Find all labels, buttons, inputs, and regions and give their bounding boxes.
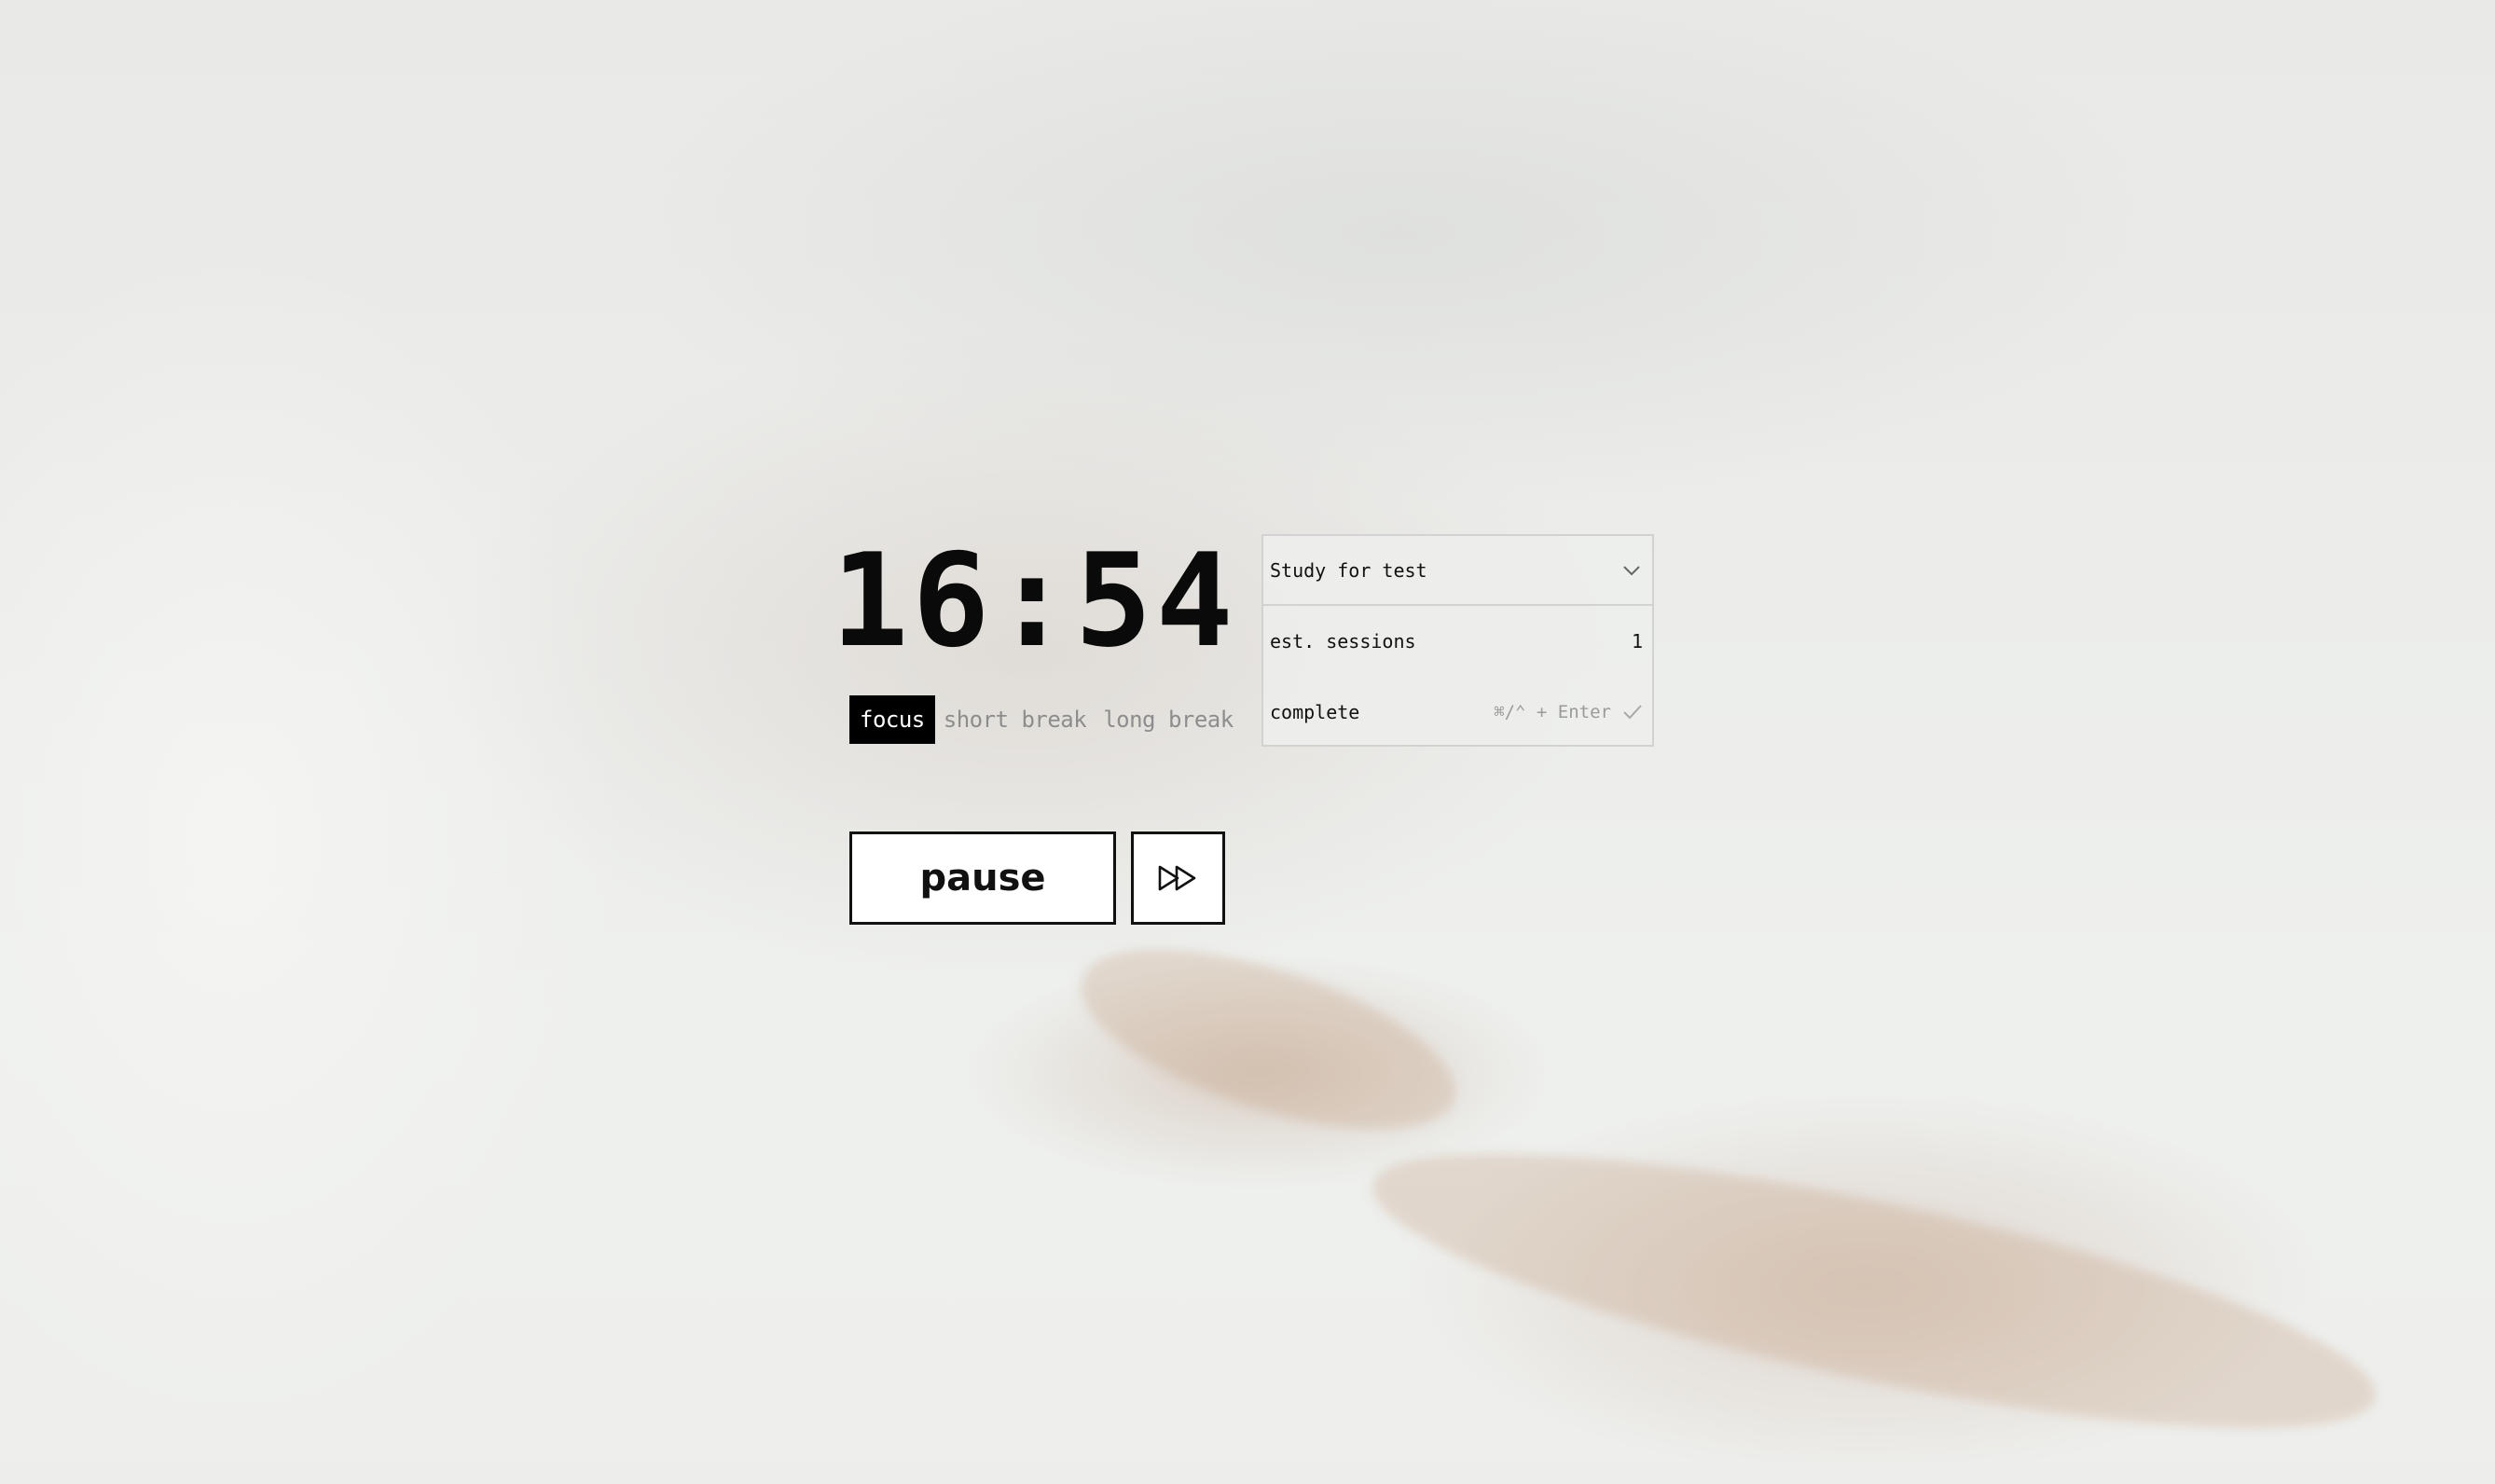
- complete-row: complete ⌘/⌃ + Enter: [1263, 677, 1652, 748]
- complete-label: complete: [1270, 701, 1360, 723]
- complete-shortcut-group: ⌘/⌃ + Enter: [1494, 702, 1643, 722]
- mode-switcher: focus short break long break: [849, 695, 1242, 744]
- sessions-label: est. sessions: [1270, 630, 1416, 653]
- complete-button[interactable]: [1622, 704, 1643, 721]
- sessions-value[interactable]: 1: [1632, 630, 1643, 653]
- sessions-row: est. sessions 1: [1263, 606, 1652, 677]
- mode-long-break[interactable]: long break: [1095, 695, 1242, 744]
- timer-display: 16:54: [831, 525, 1237, 676]
- task-panel: Study for test est. sessions 1 complete …: [1261, 534, 1654, 747]
- fast-forward-icon: [1158, 865, 1195, 891]
- mode-short-break[interactable]: short break: [935, 695, 1095, 744]
- skip-button[interactable]: [1131, 831, 1225, 925]
- checkmark-icon: [1623, 705, 1642, 720]
- background-image: [0, 0, 2495, 1463]
- complete-shortcut-hint: ⌘/⌃ + Enter: [1494, 702, 1611, 722]
- task-selected-label: Study for test: [1270, 558, 1427, 582]
- task-select[interactable]: Study for test: [1263, 536, 1652, 606]
- mode-focus[interactable]: focus: [849, 695, 935, 744]
- chevron-down-icon: [1623, 565, 1640, 575]
- pause-button[interactable]: pause: [849, 831, 1116, 925]
